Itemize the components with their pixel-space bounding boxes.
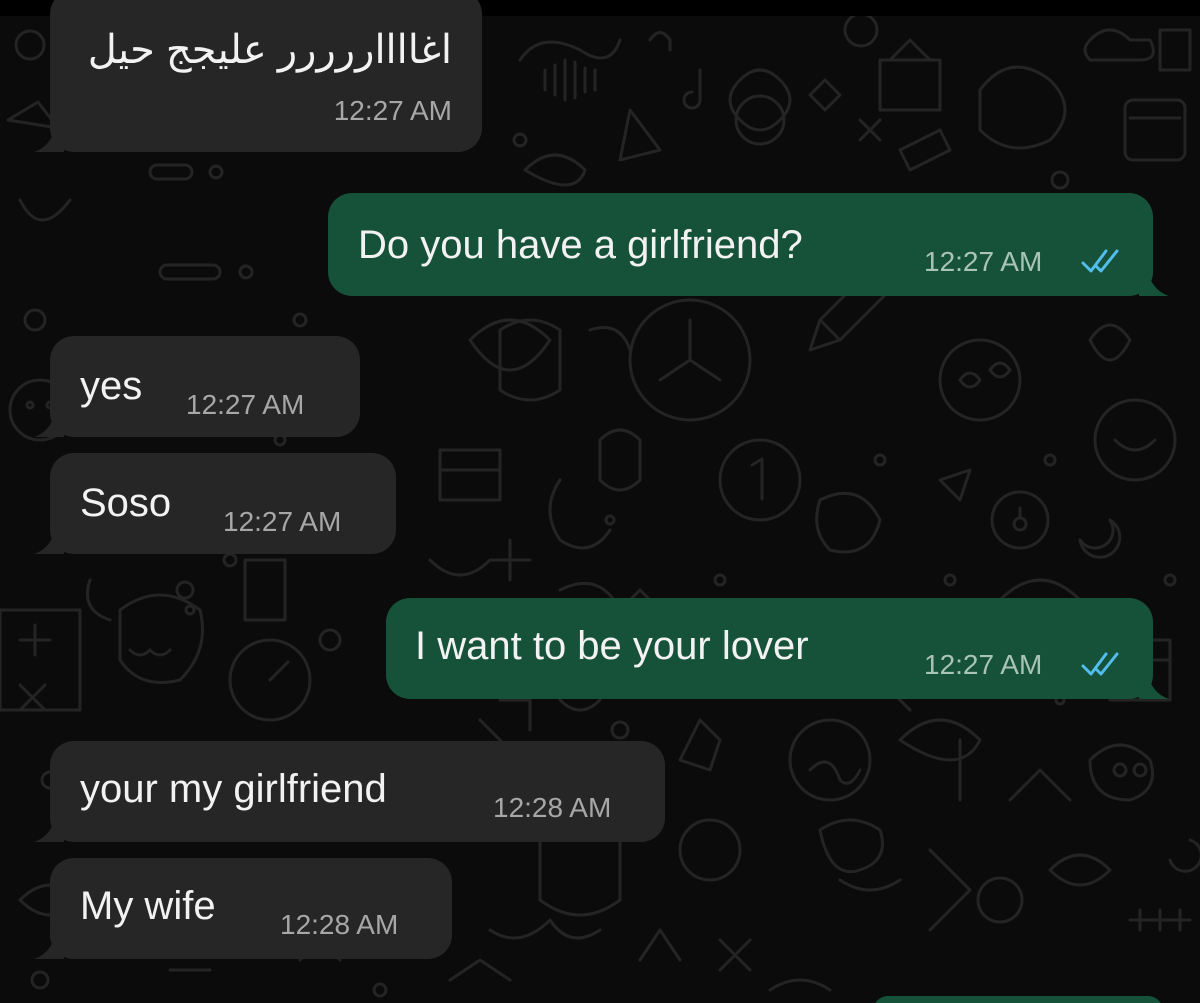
message-bubble-incoming[interactable]: My wife 12:28 AM bbox=[34, 858, 452, 959]
message-bubble-outgoing[interactable]: Do you have a girlfriend? 12:27 AM bbox=[328, 193, 1169, 296]
message-time: 12:27 AM bbox=[186, 389, 305, 420]
bubble-tail bbox=[34, 124, 64, 152]
bubble-tail bbox=[1139, 671, 1169, 699]
message-text: Soso bbox=[80, 481, 172, 525]
message-text: your my girlfriend bbox=[80, 767, 387, 811]
message-bubble-incoming[interactable]: Soso 12:27 AM bbox=[34, 453, 396, 554]
message-bubble-incoming[interactable]: اغااااررررر عليجج حيل 12:27 AM bbox=[34, 0, 482, 152]
bubble-tail bbox=[34, 814, 64, 842]
message-text: I want to be your lover bbox=[415, 624, 809, 668]
message-bubble-outgoing[interactable]: I want to be your lover 12:27 AM bbox=[386, 598, 1169, 699]
bubble-tail bbox=[34, 526, 64, 554]
message-bubble-outgoing-partial[interactable] bbox=[873, 996, 1163, 1003]
bubble-tail bbox=[34, 931, 64, 959]
message-bubble-incoming[interactable]: yes 12:27 AM bbox=[34, 336, 360, 437]
message-time: 12:27 AM bbox=[333, 95, 452, 126]
bubble-tail bbox=[34, 409, 64, 437]
chat-area[interactable]: اغااااررررر عليجج حيل 12:27 AM Do you ha… bbox=[0, 0, 1200, 1003]
message-time: 12:27 AM bbox=[223, 506, 342, 537]
message-text: My wife bbox=[80, 884, 216, 928]
message-time: 12:28 AM bbox=[280, 909, 399, 940]
message-bubble-incoming[interactable]: your my girlfriend 12:28 AM bbox=[34, 741, 665, 842]
double-check-icon bbox=[1081, 652, 1119, 676]
bubble-tail bbox=[1139, 268, 1169, 296]
message-text: Do you have a girlfriend? bbox=[358, 223, 803, 267]
message-text: yes bbox=[80, 364, 143, 408]
message-time: 12:27 AM bbox=[924, 246, 1043, 277]
message-time: 12:27 AM bbox=[924, 649, 1043, 680]
message-text: اغااااررررر عليجج حيل bbox=[87, 28, 452, 72]
message-time: 12:28 AM bbox=[493, 792, 612, 823]
double-check-icon bbox=[1081, 249, 1119, 273]
